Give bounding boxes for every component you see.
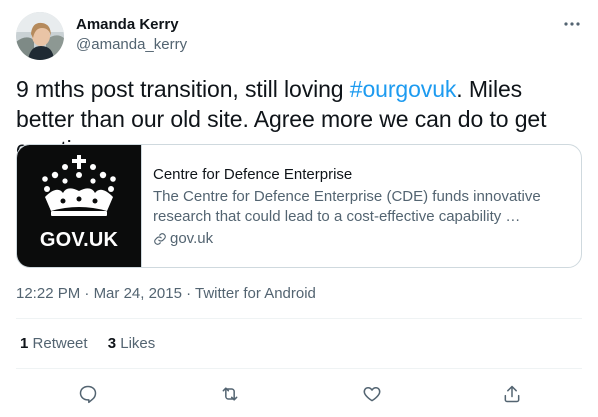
crown-logo-icon [42, 155, 116, 216]
share-icon[interactable] [498, 380, 526, 408]
likes-label: Likes [120, 335, 156, 352]
tweet-text-before: 9 mths post transition, still loving [16, 76, 350, 102]
card-title: Centre for Defence Enterprise [153, 166, 353, 183]
govuk-wordmark: GOV.UK [39, 229, 119, 251]
tweet-date[interactable]: Mar 24, 2015 [94, 285, 182, 302]
more-horizontal-icon[interactable] [560, 12, 584, 36]
card-body: Centre for Defence Enterprise The Centre… [153, 165, 573, 249]
heart-icon[interactable] [358, 380, 386, 408]
tweet-meta: 12:22 PM · Mar 24, 2015 · Twitter for An… [16, 284, 316, 304]
tweet-time[interactable]: 12:22 PM [16, 285, 80, 302]
avatar[interactable] [16, 12, 64, 60]
link-card[interactable]: GOV.UK Centre for Defence Enterprise The… [16, 144, 582, 268]
likes-count: 3 [107, 335, 117, 352]
retweets-count: 1 [20, 335, 29, 352]
retweets-label: Retweet [32, 335, 88, 352]
divider [16, 318, 582, 319]
meta-separator-2: · [181, 285, 196, 302]
link-icon [154, 233, 166, 245]
meta-separator: · [80, 285, 94, 302]
tweet-source[interactable]: Twitter for Android [195, 285, 316, 302]
tweet: Amanda Kerry @amanda_kerry 9 mths post t… [0, 0, 598, 417]
card-description: The Centre for Defence Enterprise (CDE) … [153, 188, 541, 225]
retweet-icon[interactable] [216, 380, 244, 408]
author-name[interactable]: Amanda Kerry [76, 15, 179, 35]
reply-icon[interactable] [74, 380, 102, 408]
likes-stat[interactable]: 3 Likes [108, 334, 156, 354]
card-domain: gov.uk [153, 229, 573, 249]
divider [16, 368, 582, 369]
author-handle[interactable]: @amanda_kerry [76, 35, 187, 55]
hashtag-link[interactable]: #ourgovuk [350, 76, 457, 102]
card-domain-text: gov.uk [170, 230, 214, 247]
retweets-stat[interactable]: 1 Retweet [20, 334, 88, 354]
tweet-stats: 1 Retweet 3 Likes [20, 334, 171, 354]
card-thumbnail: GOV.UK [17, 145, 142, 267]
action-bar [0, 380, 598, 408]
